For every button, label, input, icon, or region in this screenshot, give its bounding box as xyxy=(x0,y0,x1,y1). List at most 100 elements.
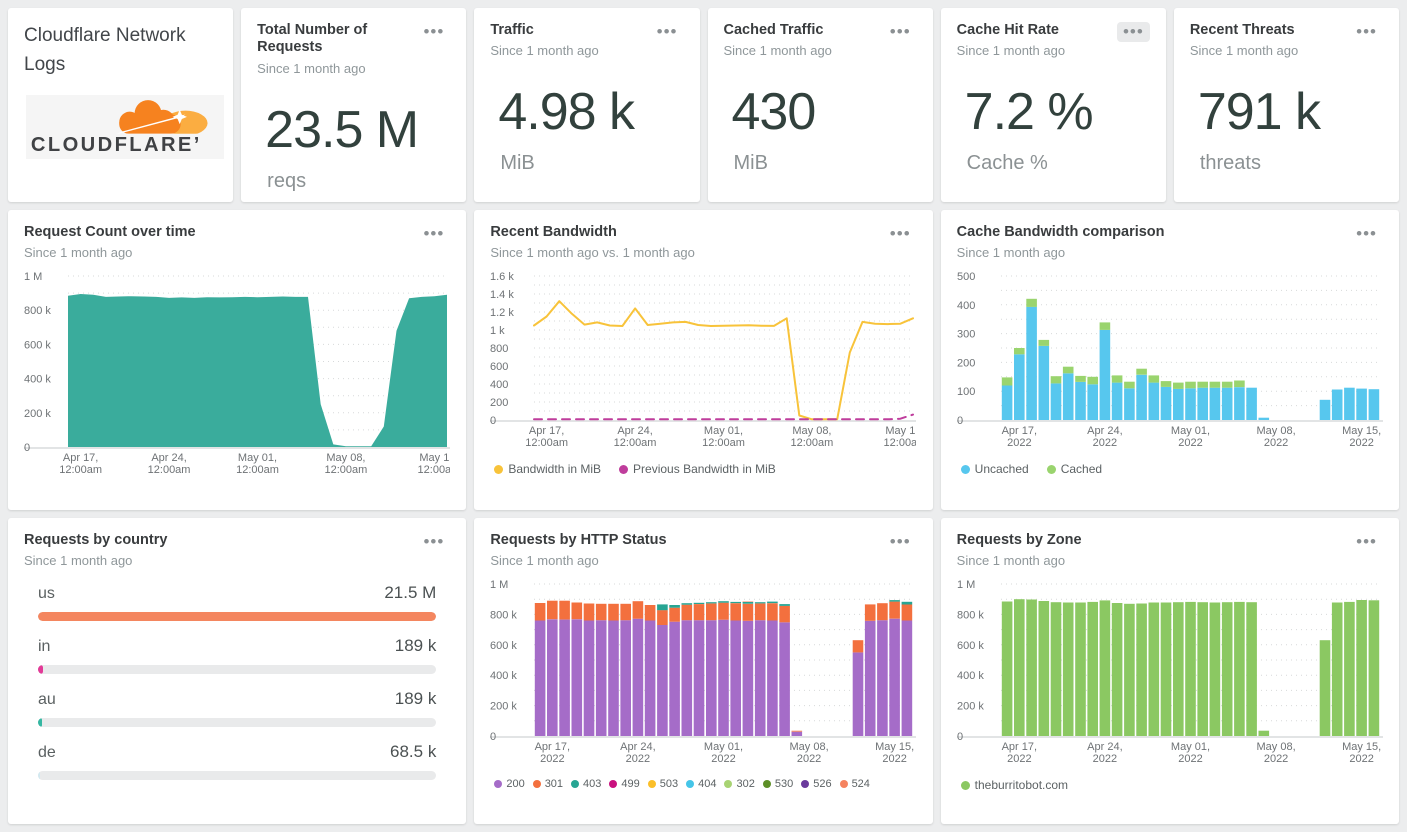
bar-segment[interactable] xyxy=(889,619,901,737)
bar-segment[interactable] xyxy=(853,652,864,737)
bar-segment[interactable] xyxy=(657,610,669,626)
bar-segment[interactable] xyxy=(1184,602,1196,737)
bar-segment[interactable] xyxy=(681,620,693,737)
legend-item-302[interactable]: 302 xyxy=(724,778,755,790)
bar-segment[interactable] xyxy=(1038,346,1049,421)
bar-segment[interactable] xyxy=(1087,384,1098,421)
bar-segment[interactable] xyxy=(730,620,742,737)
bar-segment[interactable] xyxy=(1123,388,1135,421)
card-menu-button[interactable]: ••• xyxy=(1350,224,1383,244)
bar-segment[interactable] xyxy=(1111,375,1123,383)
bar-segment[interactable] xyxy=(657,604,669,611)
bar-segment[interactable] xyxy=(1135,603,1147,737)
bar-segment[interactable] xyxy=(632,601,644,620)
bar-segment[interactable] xyxy=(779,622,791,737)
bar-segment[interactable] xyxy=(1135,369,1147,376)
bar-segment[interactable] xyxy=(657,625,669,737)
bar-segment[interactable] xyxy=(620,604,632,621)
bar-segment[interactable] xyxy=(742,601,754,603)
bar-segment[interactable] xyxy=(1221,602,1233,737)
bar-segment[interactable] xyxy=(853,640,864,653)
bar-segment[interactable] xyxy=(1331,389,1343,421)
bar-segment[interactable] xyxy=(755,620,766,737)
bar-segment[interactable] xyxy=(1160,381,1171,388)
legend-item-530[interactable]: 530 xyxy=(762,778,793,790)
line-series[interactable] xyxy=(533,413,915,421)
bar-segment[interactable] xyxy=(1050,383,1061,421)
bar-segment[interactable] xyxy=(681,605,693,621)
bar-segment[interactable] xyxy=(559,601,571,620)
legend-item-bandwidth-in-mib[interactable]: Bandwidth in MiB xyxy=(494,462,601,476)
bar-segment[interactable] xyxy=(901,620,913,737)
bar-segment[interactable] xyxy=(1123,382,1135,389)
bar-segment[interactable] xyxy=(742,604,754,622)
bar-segment[interactable] xyxy=(547,601,558,620)
bar-segment[interactable] xyxy=(1209,382,1220,389)
bar-segment[interactable] xyxy=(1368,600,1379,737)
legend-item-200[interactable]: 200 xyxy=(494,778,525,790)
legend-item-524[interactable]: 524 xyxy=(839,778,870,790)
bar-segment[interactable] xyxy=(791,732,803,737)
bar-segment[interactable] xyxy=(1233,602,1245,737)
card-menu-button[interactable]: ••• xyxy=(651,22,684,42)
bar-segment[interactable] xyxy=(1099,330,1110,421)
bar-segment[interactable] xyxy=(1233,380,1245,388)
country-row-au[interactable]: au 189 k xyxy=(38,689,437,728)
bar-segment[interactable] xyxy=(608,604,620,621)
legend-item-499[interactable]: 499 xyxy=(609,778,640,790)
bar-segment[interactable] xyxy=(596,620,607,737)
card-menu-button[interactable]: ••• xyxy=(1350,532,1383,552)
bar-segment[interactable] xyxy=(1025,599,1037,737)
bar-segment[interactable] xyxy=(1038,601,1049,737)
bar-segment[interactable] xyxy=(1245,602,1257,737)
legend-item-526[interactable]: 526 xyxy=(801,778,832,790)
area-series[interactable] xyxy=(68,294,447,448)
bar-segment[interactable] xyxy=(865,621,876,737)
bar-segment[interactable] xyxy=(571,619,583,737)
bar-segment[interactable] xyxy=(779,604,791,607)
card-menu-button[interactable]: ••• xyxy=(884,22,917,42)
bar-segment[interactable] xyxy=(1245,388,1257,421)
bar-segment[interactable] xyxy=(1025,299,1037,308)
bar-segment[interactable] xyxy=(1172,602,1184,737)
bar-segment[interactable] xyxy=(779,606,791,623)
bar-segment[interactable] xyxy=(1099,322,1110,331)
cache-bandwidth-bar-chart[interactable]: 500 400 300 200 100 0 Apr 17, 2022 Apr 24, 2022 Ma… xyxy=(956,266,1383,454)
bar-segment[interactable] xyxy=(755,602,766,604)
bar-segment[interactable] xyxy=(730,602,742,604)
bar-segment[interactable] xyxy=(901,604,913,621)
bar-segment[interactable] xyxy=(1221,382,1233,389)
bar-segment[interactable] xyxy=(535,620,546,737)
bar-segment[interactable] xyxy=(1209,388,1220,421)
bar-segment[interactable] xyxy=(742,602,754,605)
bar-segment[interactable] xyxy=(1001,601,1013,737)
bar-segment[interactable] xyxy=(1025,307,1037,421)
bar-segment[interactable] xyxy=(645,605,656,621)
bar-segment[interactable] xyxy=(1074,376,1086,383)
bar-segment[interactable] xyxy=(1050,602,1061,737)
bar-segment[interactable] xyxy=(1087,602,1098,737)
bar-segment[interactable] xyxy=(1148,375,1159,383)
bar-segment[interactable] xyxy=(535,603,546,621)
legend-item-404[interactable]: 404 xyxy=(686,778,716,790)
bar-segment[interactable] xyxy=(1148,602,1159,737)
bar-segment[interactable] xyxy=(1062,373,1074,421)
card-menu-button[interactable]: ••• xyxy=(1350,22,1383,42)
legend-item-301[interactable]: 301 xyxy=(532,778,563,790)
card-menu-button[interactable]: ••• xyxy=(884,532,917,552)
bar-segment[interactable] xyxy=(889,601,901,619)
bar-segment[interactable] xyxy=(718,603,730,621)
bar-segment[interactable] xyxy=(669,622,681,737)
bar-segment[interactable] xyxy=(865,604,876,622)
bar-segment[interactable] xyxy=(1172,389,1184,421)
bar-segment[interactable] xyxy=(1148,382,1159,421)
legend-item-uncached[interactable]: Uncached xyxy=(960,462,1029,476)
bar-segment[interactable] xyxy=(1368,389,1379,421)
bar-segment[interactable] xyxy=(1013,354,1025,421)
bar-segment[interactable] xyxy=(694,604,705,621)
bar-segment[interactable] xyxy=(1050,376,1061,384)
bar-segment[interactable] xyxy=(1111,603,1123,737)
bar-segment[interactable] xyxy=(547,619,558,737)
bar-segment[interactable] xyxy=(632,619,644,737)
bar-segment[interactable] xyxy=(1355,388,1367,421)
